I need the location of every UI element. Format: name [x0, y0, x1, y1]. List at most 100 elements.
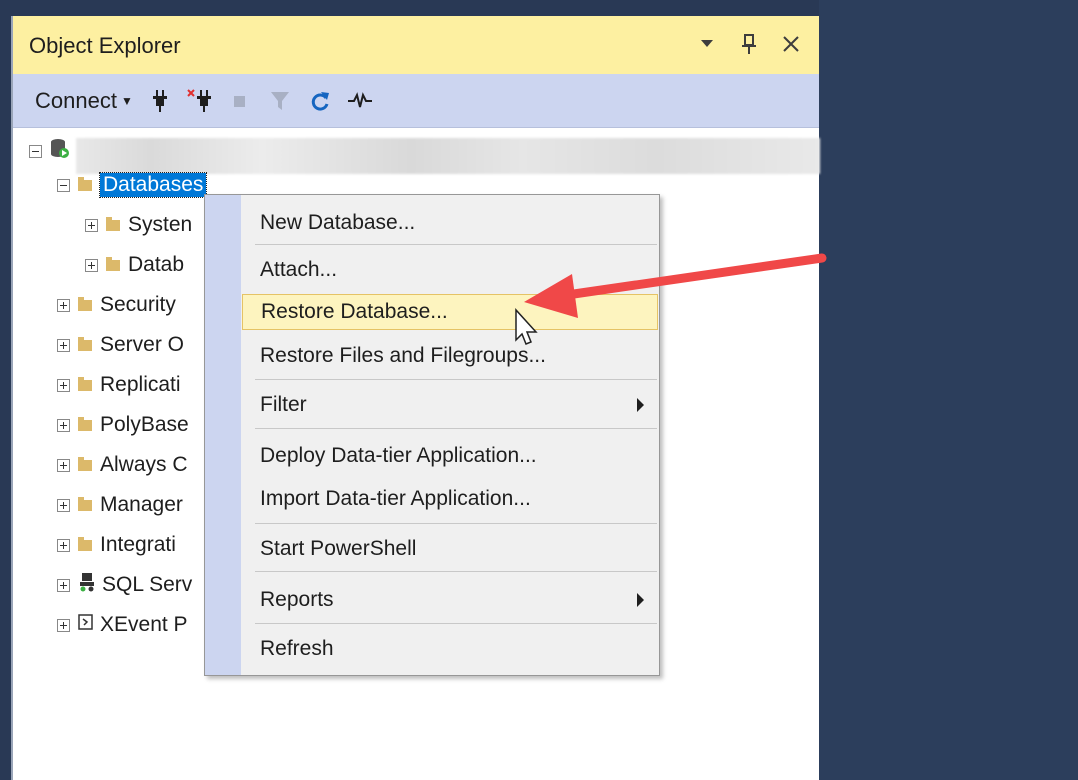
tree-item-label: PolyBase: [100, 413, 189, 436]
menu-item-restore-files-filegroups[interactable]: Restore Files and Filegroups...: [242, 339, 658, 373]
expand-icon[interactable]: [57, 618, 70, 632]
folder-icon: [106, 216, 120, 231]
menu-separator: [255, 623, 657, 624]
menu-item-label: Start PowerShell: [260, 537, 417, 560]
collapse-icon[interactable]: [57, 178, 70, 192]
expand-icon[interactable]: [57, 538, 70, 552]
tree-item-server-objects[interactable]: Server O: [57, 330, 184, 360]
panel-title: Object Explorer: [29, 33, 181, 58]
menu-item-label: Filter: [260, 393, 307, 416]
tree-item-xevent-profiler[interactable]: XEvent P: [57, 610, 188, 640]
menu-item-label: Refresh: [260, 637, 334, 660]
expand-icon[interactable]: [57, 578, 70, 592]
menu-item-refresh[interactable]: Refresh: [242, 632, 658, 666]
tree-item-always-on[interactable]: Always C: [57, 450, 188, 480]
filter-icon: [267, 87, 293, 115]
tree-item-sql-server-agent[interactable]: SQL Serv: [57, 570, 192, 600]
connect-label: Connect: [35, 87, 117, 113]
menu-item-import-data-tier[interactable]: Import Data-tier Application...: [242, 482, 658, 516]
tree-item-label: Security: [100, 293, 176, 316]
chevron-down-icon: ▼: [120, 93, 133, 108]
dropdown-icon[interactable]: [695, 30, 719, 58]
tree-item-system-databases[interactable]: Systen: [85, 210, 192, 240]
folder-icon: [78, 416, 92, 431]
submenu-arrow-icon: [637, 398, 644, 412]
menu-item-label: Import Data-tier Application...: [260, 487, 531, 510]
expand-icon[interactable]: [57, 338, 70, 352]
window-frame-top: [0, 0, 822, 16]
tree-item-databases[interactable]: Databases: [57, 170, 208, 200]
expand-icon[interactable]: [85, 258, 98, 272]
tree-item-security[interactable]: Security: [57, 290, 176, 320]
menu-icon-gutter: [205, 195, 241, 675]
tree-item-label: Always C: [100, 453, 188, 476]
folder-icon: [78, 336, 92, 351]
menu-item-label: Deploy Data-tier Application...: [260, 444, 537, 467]
object-explorer-toolbar: Connect ▼: [13, 74, 819, 128]
menu-item-restore-database[interactable]: Restore Database...: [242, 294, 658, 330]
activity-monitor-icon[interactable]: [347, 87, 373, 115]
menu-item-filter[interactable]: Filter: [242, 388, 658, 422]
menu-item-new-database[interactable]: New Database...: [242, 206, 658, 240]
folder-icon: [78, 376, 92, 391]
context-menu: New Database... Attach... Restore Databa…: [204, 194, 660, 676]
connect-button[interactable]: Connect ▼: [35, 88, 133, 114]
tree-server-node[interactable]: [29, 136, 70, 166]
mouse-cursor-icon: [515, 308, 538, 345]
tree-item-label: Server O: [100, 333, 185, 356]
folder-icon: [78, 536, 92, 551]
menu-separator: [255, 523, 657, 524]
tree-item-replication[interactable]: Replicati: [57, 370, 181, 400]
menu-item-attach[interactable]: Attach...: [242, 253, 658, 287]
tree-item-label: XEvent P: [100, 613, 188, 636]
submenu-arrow-icon: [637, 593, 644, 607]
expand-icon[interactable]: [57, 498, 70, 512]
object-explorer-title-bar: Object Explorer: [13, 16, 819, 74]
menu-separator: [255, 571, 657, 572]
refresh-icon[interactable]: [307, 87, 333, 115]
folder-icon: [106, 256, 120, 271]
tree-item-polybase[interactable]: PolyBase: [57, 410, 189, 440]
expand-icon[interactable]: [85, 218, 98, 232]
expand-icon[interactable]: [57, 298, 70, 312]
server-db-icon: [50, 137, 70, 165]
expand-icon[interactable]: [57, 378, 70, 392]
stop-icon: [227, 87, 253, 115]
redacted-server-name: [76, 138, 820, 174]
menu-separator: [255, 244, 657, 245]
tree-item-label: SQL Serv: [102, 573, 193, 596]
tree-item-management[interactable]: Manager: [57, 490, 183, 520]
tree-item-database-snapshots[interactable]: Datab: [85, 250, 184, 280]
disconnect-plug-icon[interactable]: [187, 87, 213, 115]
menu-item-label: New Database...: [260, 211, 416, 234]
window-frame-left: [0, 0, 11, 780]
tree-item-label: Integrati: [100, 533, 176, 556]
background-panel: [819, 0, 1078, 780]
tree-item-label: Replicati: [100, 373, 181, 396]
menu-item-label: Restore Files and Filegroups...: [260, 344, 546, 367]
folder-icon: [78, 456, 92, 471]
menu-item-label: Reports: [260, 588, 334, 611]
folder-icon: [78, 176, 92, 191]
expand-icon[interactable]: [57, 458, 70, 472]
folder-icon: [78, 496, 92, 511]
tree-item-label: Datab: [128, 253, 185, 276]
connect-plug-icon[interactable]: [147, 87, 173, 115]
tree-item-label: Systen: [128, 213, 193, 236]
tree-item-integration[interactable]: Integrati: [57, 530, 176, 560]
menu-item-reports[interactable]: Reports: [242, 583, 658, 617]
collapse-icon[interactable]: [29, 144, 42, 158]
tree-item-label: Databases: [98, 172, 208, 198]
menu-separator: [255, 428, 657, 429]
menu-item-label: Restore Database...: [261, 300, 448, 323]
expand-icon[interactable]: [57, 418, 70, 432]
menu-separator: [255, 379, 657, 380]
agent-icon: [78, 572, 96, 598]
menu-item-start-powershell[interactable]: Start PowerShell: [242, 532, 658, 566]
xevent-icon: [78, 613, 94, 637]
menu-item-label: Attach...: [260, 258, 338, 281]
tree-item-label: Manager: [100, 493, 183, 516]
close-icon[interactable]: [779, 30, 803, 58]
pin-icon[interactable]: [737, 30, 761, 58]
menu-item-deploy-data-tier[interactable]: Deploy Data-tier Application...: [242, 439, 658, 473]
